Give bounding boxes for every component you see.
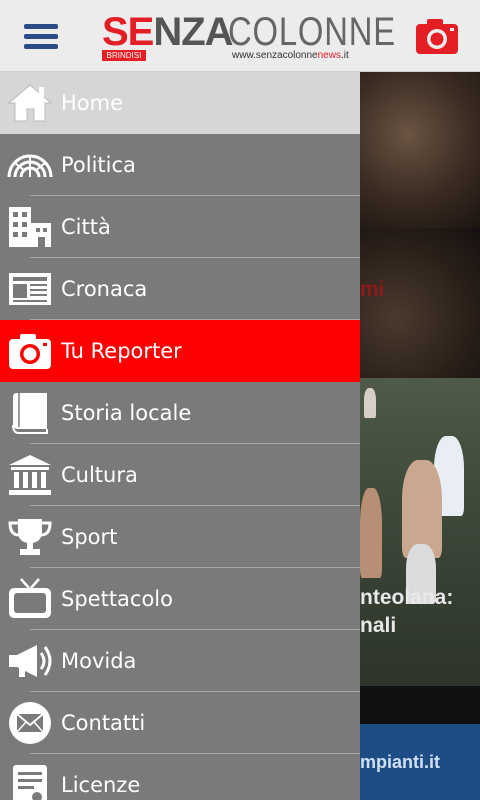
logo-colonne: COLONNE xyxy=(228,10,396,54)
menu-item-label: Licenze xyxy=(61,773,141,797)
home-icon xyxy=(7,81,53,125)
article-image-2[interactable]: mi xyxy=(360,228,480,378)
app-screen: mi nteolana: nali mpianti.it SENZA COLON… xyxy=(0,0,480,800)
menu-item-label: Politica xyxy=(61,153,136,177)
navigation-drawer: Home Politica Città Cronaca Tu Reporter … xyxy=(0,72,360,800)
city-icon xyxy=(7,205,53,249)
article-feed[interactable]: mi nteolana: nali mpianti.it xyxy=(360,72,480,800)
menu-item-spettacolo[interactable]: Spettacolo xyxy=(0,568,360,630)
menu-item-citta[interactable]: Città xyxy=(0,196,360,258)
menu-item-label: Sport xyxy=(61,525,118,549)
article-image-1[interactable] xyxy=(360,72,480,228)
menu-item-label: Home xyxy=(61,91,124,115)
menu-item-cronaca[interactable]: Cronaca xyxy=(0,258,360,320)
action-bar: SENZA COLONNE BRINDISI www.senzacolonnen… xyxy=(0,0,480,72)
article-headline-fragment-2[interactable]: nteolana: nali xyxy=(360,584,453,640)
trophy-icon xyxy=(7,515,53,559)
politica-icon xyxy=(7,143,53,187)
menu-item-licenze[interactable]: Licenze xyxy=(0,754,360,800)
book-icon xyxy=(7,391,53,435)
menu-item-label: Movida xyxy=(61,649,137,673)
senzacolonne-logo[interactable]: SENZA COLONNE BRINDISI www.senzacolonnen… xyxy=(102,10,395,62)
menu-item-contatti[interactable]: Contatti xyxy=(0,692,360,754)
logo-brindisi-tag: BRINDISI xyxy=(102,50,146,61)
menu-item-label: Spettacolo xyxy=(61,587,173,611)
camera-icon[interactable] xyxy=(414,16,460,56)
menu-item-cultura[interactable]: Cultura xyxy=(0,444,360,506)
menu-item-home[interactable]: Home xyxy=(0,72,360,134)
feed-divider xyxy=(360,686,480,724)
menu-item-label: Città xyxy=(61,215,111,239)
hamburger-menu-icon[interactable] xyxy=(24,24,60,50)
ad-banner-text: mpianti.it xyxy=(360,752,440,772)
menu-item-tu-reporter[interactable]: Tu Reporter xyxy=(0,320,360,382)
camera-icon xyxy=(7,329,53,373)
menu-item-label: Cultura xyxy=(61,463,138,487)
newspaper-icon xyxy=(7,267,53,311)
license-icon xyxy=(7,763,53,800)
museum-icon xyxy=(7,453,53,497)
menu-item-politica[interactable]: Politica xyxy=(0,134,360,196)
menu-item-movida[interactable]: Movida xyxy=(0,630,360,692)
menu-item-storia-locale[interactable]: Storia locale xyxy=(0,382,360,444)
menu-item-label: Cronaca xyxy=(61,277,148,301)
mail-icon xyxy=(7,701,53,745)
logo-url: www.senzacolonnenews.it xyxy=(232,50,349,61)
article-headline-fragment[interactable]: mi xyxy=(360,278,385,302)
menu-item-label: Storia locale xyxy=(61,401,192,425)
megaphone-icon xyxy=(7,639,53,683)
menu-item-label: Contatti xyxy=(61,711,146,735)
menu-item-label: Tu Reporter xyxy=(61,339,182,363)
tv-icon xyxy=(7,577,53,621)
menu-item-sport[interactable]: Sport xyxy=(0,506,360,568)
logo-senza: SENZA xyxy=(102,10,234,54)
